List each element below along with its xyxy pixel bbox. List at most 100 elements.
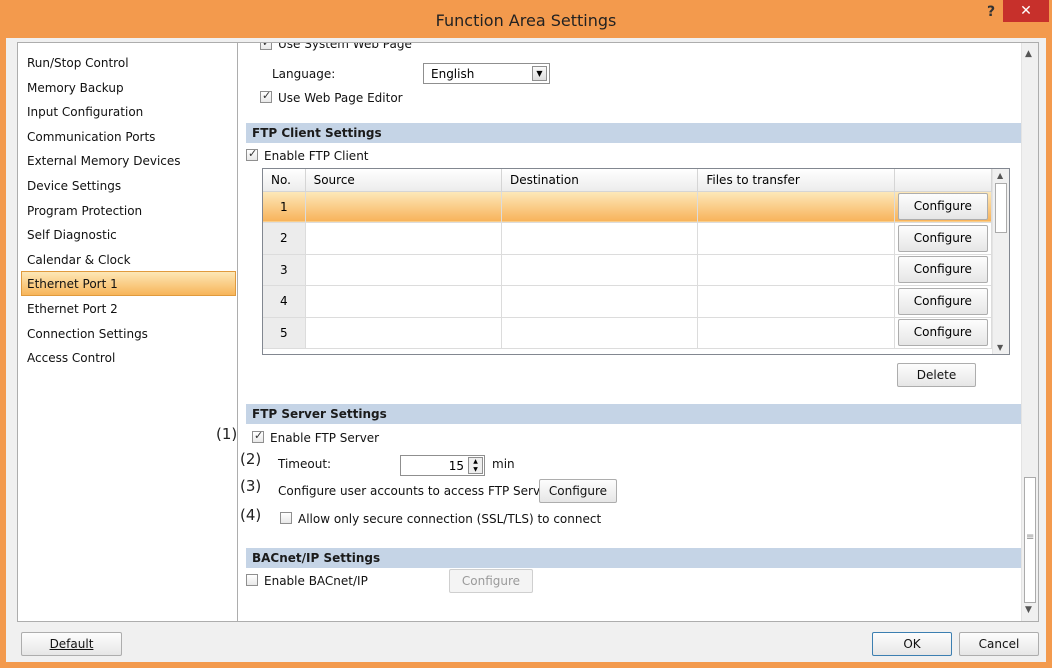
table-row[interactable]: 3 Configure bbox=[263, 254, 993, 286]
table-header-row: No. Source Destination Files to transfer bbox=[263, 169, 993, 192]
table-row[interactable]: 1 Configure bbox=[263, 191, 993, 223]
default-button[interactable]: Default bbox=[21, 632, 122, 656]
panel-scrollbar[interactable]: ▲ ▼ bbox=[1021, 43, 1038, 621]
scroll-down-icon[interactable]: ▼ bbox=[1025, 605, 1032, 615]
timeout-unit: min bbox=[492, 457, 515, 471]
secure-connection-checkbox[interactable] bbox=[280, 512, 292, 524]
nav-item-access-control[interactable]: Access Control bbox=[18, 345, 238, 370]
table-scrollbar[interactable]: ▲ ▼ bbox=[992, 169, 1009, 354]
cancel-button[interactable]: Cancel bbox=[959, 632, 1039, 656]
cell-destination[interactable] bbox=[501, 254, 699, 286]
cell-action: Configure bbox=[894, 285, 993, 318]
cell-no[interactable]: 3 bbox=[263, 254, 306, 286]
dialog-window: Function Area Settings ? ✕ Run/Stop Cont… bbox=[0, 0, 1052, 668]
column-header-no: No. bbox=[263, 169, 306, 192]
cell-no[interactable]: 1 bbox=[263, 191, 306, 223]
cell-action: Configure bbox=[894, 191, 993, 223]
cell-destination[interactable] bbox=[501, 317, 699, 349]
cell-no[interactable]: 5 bbox=[263, 317, 306, 349]
chevron-down-icon[interactable]: ▼ bbox=[532, 66, 547, 81]
timeout-label: Timeout: bbox=[278, 457, 332, 471]
cell-source[interactable] bbox=[305, 317, 502, 349]
column-header-action bbox=[894, 169, 993, 192]
cell-files[interactable] bbox=[697, 222, 895, 255]
cell-files[interactable] bbox=[697, 285, 895, 318]
row-configure-button[interactable]: Configure bbox=[897, 193, 988, 221]
scroll-up-icon[interactable]: ▲ bbox=[997, 171, 1003, 180]
nav-item-calendar-clock[interactable]: Calendar & Clock bbox=[18, 247, 238, 272]
cell-action: Configure bbox=[894, 254, 993, 286]
nav-item-ethernet-port-2[interactable]: Ethernet Port 2 bbox=[18, 296, 238, 321]
ok-button[interactable]: OK bbox=[872, 632, 952, 656]
nav-item-memory-backup[interactable]: Memory Backup bbox=[18, 75, 238, 100]
nav-item-external-memory-devices[interactable]: External Memory Devices bbox=[18, 148, 238, 173]
callout-4: (4) bbox=[240, 506, 262, 524]
row-configure-button[interactable]: Configure bbox=[897, 319, 988, 347]
cell-no[interactable]: 4 bbox=[263, 285, 306, 318]
callout-2: (2) bbox=[240, 450, 262, 468]
use-web-page-editor-checkbox[interactable] bbox=[260, 89, 272, 103]
cell-destination[interactable] bbox=[501, 285, 699, 318]
enable-ftp-server-label: Enable FTP Server bbox=[270, 431, 380, 445]
panel-scroll-thumb[interactable] bbox=[1024, 477, 1036, 603]
cell-destination[interactable] bbox=[501, 222, 699, 255]
cell-source[interactable] bbox=[305, 191, 502, 223]
row-configure-button[interactable]: Configure bbox=[897, 224, 988, 252]
callout-1: (1) bbox=[216, 425, 238, 443]
table-row[interactable]: 4 Configure bbox=[263, 285, 993, 318]
dialog-client: Run/Stop Control Memory Backup Input Confi… bbox=[6, 38, 1046, 662]
cell-source[interactable] bbox=[305, 222, 502, 255]
close-icon[interactable]: ✕ bbox=[1003, 0, 1049, 22]
table-row[interactable]: 2 Configure bbox=[263, 222, 993, 255]
window-title: Function Area Settings bbox=[435, 11, 617, 30]
enable-bacnet-checkbox[interactable] bbox=[246, 574, 258, 586]
nav-item-run-stop-control[interactable]: Run/Stop Control bbox=[18, 50, 238, 75]
timeout-value: 15 bbox=[448, 459, 464, 473]
settings-panel: Use System Web Page Language: English ▼ … bbox=[237, 42, 1039, 622]
nav-item-input-configuration[interactable]: Input Configuration bbox=[18, 99, 238, 124]
ftp-server-section-header: FTP Server Settings bbox=[246, 404, 1021, 424]
delete-button[interactable]: Delete bbox=[897, 363, 976, 387]
cell-files[interactable] bbox=[697, 317, 895, 349]
timeout-stepper[interactable]: 15 ▲ ▼ bbox=[400, 455, 485, 476]
help-icon[interactable]: ? bbox=[981, 2, 1001, 22]
cell-destination[interactable] bbox=[501, 191, 699, 223]
nav-item-communication-ports[interactable]: Communication Ports bbox=[18, 124, 238, 149]
spin-icon[interactable]: ▲ ▼ bbox=[468, 457, 483, 474]
cell-source[interactable] bbox=[305, 285, 502, 318]
secure-connection-label: Allow only secure connection (SSL/TLS) t… bbox=[298, 512, 602, 526]
nav-item-ethernet-port-1[interactable]: Ethernet Port 1 bbox=[21, 271, 236, 296]
row-configure-button[interactable]: Configure bbox=[897, 256, 988, 284]
cell-files[interactable] bbox=[697, 191, 895, 223]
column-header-destination: Destination bbox=[501, 169, 699, 192]
callout-3: (3) bbox=[240, 477, 262, 495]
use-web-page-editor-label: Use Web Page Editor bbox=[278, 91, 403, 105]
enable-bacnet-label: Enable BACnet/IP bbox=[264, 574, 368, 588]
cell-source[interactable] bbox=[305, 254, 502, 286]
cell-files[interactable] bbox=[697, 254, 895, 286]
nav-item-connection-settings[interactable]: Connection Settings bbox=[18, 321, 238, 346]
cell-action: Configure bbox=[894, 317, 993, 349]
configure-accounts-button[interactable]: Configure bbox=[539, 479, 617, 503]
ftp-client-table: No. Source Destination Files to transfer… bbox=[262, 168, 1010, 355]
cell-no[interactable]: 2 bbox=[263, 222, 306, 255]
language-value: English bbox=[431, 67, 475, 81]
enable-ftp-client-label: Enable FTP Client bbox=[264, 149, 369, 163]
row-configure-button[interactable]: Configure bbox=[897, 287, 988, 315]
enable-ftp-server-checkbox[interactable] bbox=[252, 429, 264, 443]
default-label: Default bbox=[49, 637, 94, 651]
scroll-down-icon[interactable]: ▼ bbox=[997, 343, 1003, 352]
table-scroll-thumb[interactable] bbox=[995, 183, 1007, 233]
accounts-label: Configure user accounts to access FTP Se… bbox=[278, 484, 557, 498]
use-system-web-page-label: Use System Web Page bbox=[278, 42, 412, 51]
column-header-files: Files to transfer bbox=[697, 169, 895, 192]
enable-ftp-client-checkbox[interactable] bbox=[246, 147, 258, 161]
use-system-web-page-checkbox[interactable] bbox=[260, 43, 272, 50]
nav-item-device-settings[interactable]: Device Settings bbox=[18, 173, 238, 198]
nav-item-self-diagnostic[interactable]: Self Diagnostic bbox=[18, 222, 238, 247]
nav-item-program-protection[interactable]: Program Protection bbox=[18, 198, 238, 223]
language-select[interactable]: English ▼ bbox=[423, 63, 550, 84]
column-header-source: Source bbox=[305, 169, 502, 192]
table-row[interactable]: 5 Configure bbox=[263, 317, 993, 349]
scroll-up-icon[interactable]: ▲ bbox=[1025, 49, 1032, 59]
